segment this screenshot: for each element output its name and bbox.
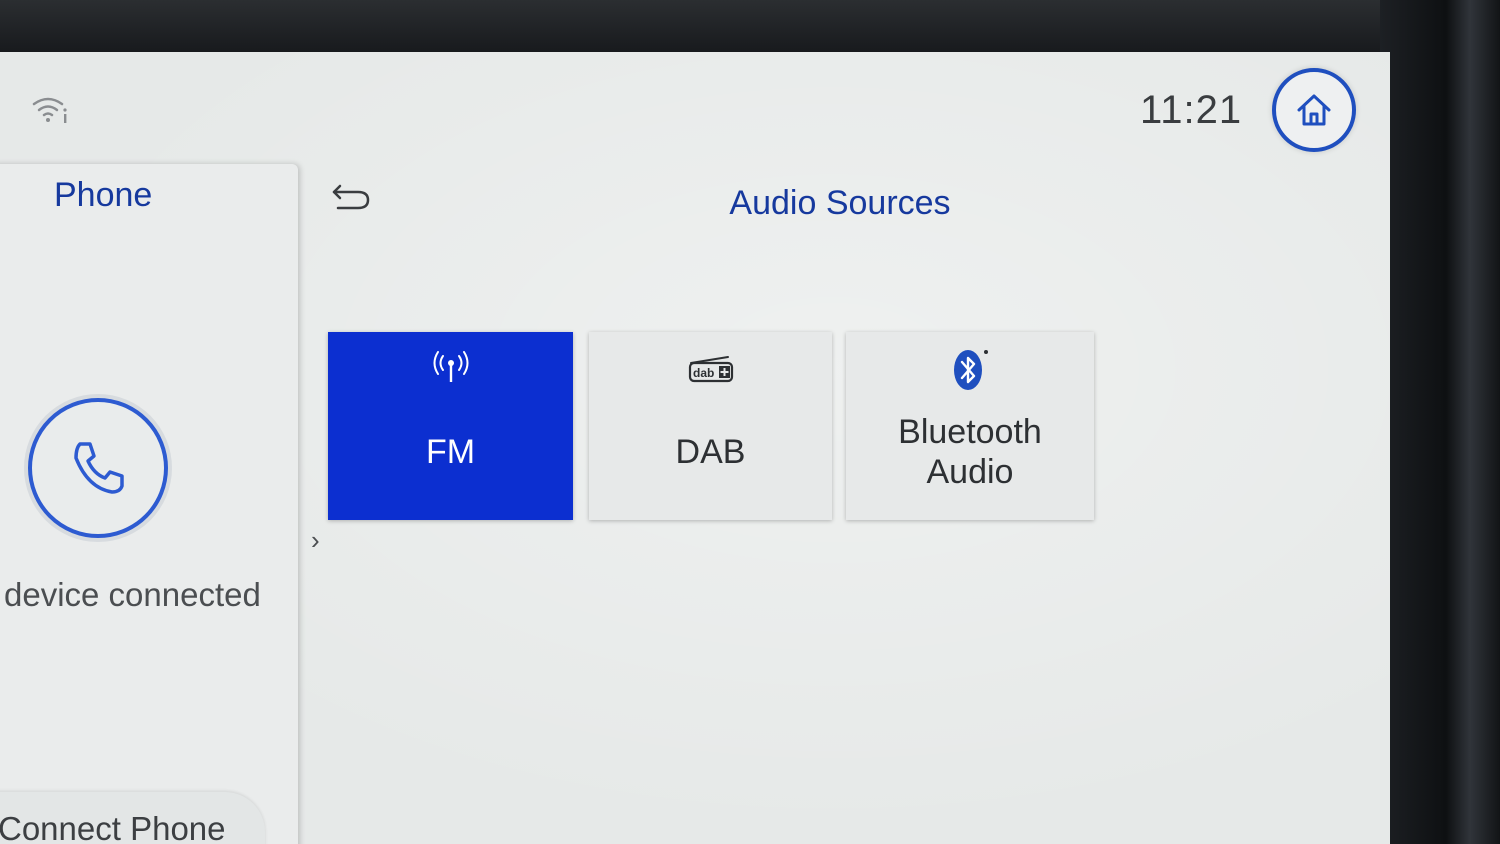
infotainment-screen: 11:21 Phone device connected Connect Pho… <box>0 52 1390 844</box>
phone-handset-icon <box>74 442 124 494</box>
bluetooth-icon <box>954 350 988 390</box>
expand-panel-chevron[interactable]: › <box>311 525 320 556</box>
home-icon <box>1297 94 1331 126</box>
device-status: device connected <box>4 576 261 613</box>
home-button[interactable] <box>1272 68 1356 152</box>
status-bar: 11:21 <box>0 52 1390 162</box>
connect-phone-label: Connect Phone <box>0 810 226 844</box>
source-label-bluetooth-audio: Bluetooth Audio <box>898 412 1042 492</box>
back-button[interactable] <box>330 180 372 212</box>
connect-phone-button[interactable]: Connect Phone <box>0 792 265 844</box>
display-bezel-side <box>1380 0 1500 844</box>
svg-text:dab: dab <box>693 366 714 380</box>
display-bezel <box>0 0 1500 60</box>
page-title: Audio Sources <box>729 184 951 222</box>
source-label-bluetooth-line1: Bluetooth <box>898 413 1042 451</box>
source-tile-dab[interactable]: dab DAB <box>589 332 832 520</box>
phone-panel: Phone device connected Connect Phone <box>0 164 298 844</box>
phone-call-button[interactable] <box>28 398 168 538</box>
clock: 11:21 <box>1140 88 1243 132</box>
source-label-bluetooth-line2: Audio <box>926 453 1014 491</box>
dab-plus-icon: dab <box>688 356 733 383</box>
source-label-dab: DAB <box>675 433 746 471</box>
radio-antenna-icon <box>433 351 468 382</box>
panel-title: Phone <box>54 176 153 214</box>
wifi-info-icon <box>32 97 67 123</box>
source-tile-fm[interactable]: FM <box>328 332 573 520</box>
source-label-fm: FM <box>425 433 476 471</box>
source-tile-bluetooth-audio[interactable]: Bluetooth Audio <box>846 332 1094 520</box>
